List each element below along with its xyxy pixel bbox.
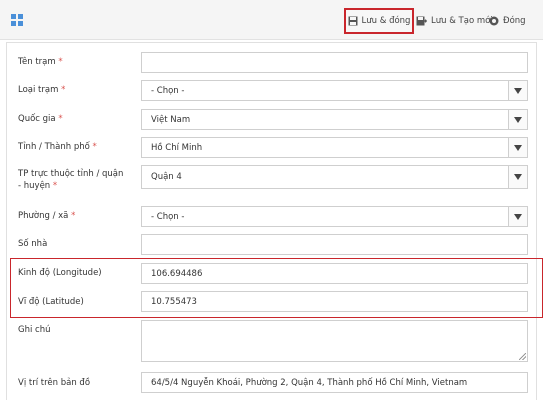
map-location-input[interactable]: 64/5/4 Nguyễn Khoái, Phường 2, Quận 4, T… bbox=[141, 372, 528, 393]
ward-label: Phường / xã * bbox=[18, 211, 76, 221]
district-value: Quận 4 bbox=[151, 172, 182, 182]
latitude-input[interactable]: 10.755473 bbox=[141, 291, 528, 312]
latitude-label: Vĩ độ (Latitude) bbox=[18, 297, 84, 307]
longitude-input[interactable]: 106.694486 bbox=[141, 263, 528, 284]
grid-menu-icon[interactable] bbox=[11, 14, 23, 26]
province-label: Tỉnh / Thành phố * bbox=[18, 142, 97, 152]
district-label: TP trực thuộc tỉnh / quận - huyện * bbox=[18, 169, 124, 191]
note-textarea[interactable] bbox=[141, 320, 528, 362]
save-and-close-label: Lưu & đóng bbox=[361, 16, 411, 26]
save-and-close-button[interactable]: Lưu & đóng bbox=[344, 8, 414, 34]
save-and-new-button[interactable]: Lưu & Tạo mới bbox=[416, 8, 493, 34]
station-type-select[interactable]: - Chọn - bbox=[141, 80, 528, 101]
ward-select[interactable]: - Chọn - bbox=[141, 206, 528, 227]
station-type-label: Loại trạm * bbox=[18, 85, 66, 95]
map-location-label: Vị trí trên bản đồ bbox=[18, 378, 91, 388]
ward-value: - Chọn - bbox=[151, 211, 185, 222]
dropdown-arrow-icon[interactable] bbox=[508, 166, 527, 188]
house-number-input[interactable] bbox=[141, 234, 528, 255]
station-type-value: - Chọn - bbox=[151, 85, 185, 96]
close-circle-icon bbox=[489, 16, 499, 26]
province-value: Hồ Chí Minh bbox=[151, 142, 203, 153]
save-and-new-label: Lưu & Tạo mới bbox=[431, 16, 493, 26]
country-label: Quốc gia * bbox=[18, 114, 63, 124]
dropdown-arrow-icon[interactable] bbox=[508, 110, 527, 129]
resize-grip-icon[interactable] bbox=[519, 353, 526, 360]
dropdown-arrow-icon[interactable] bbox=[508, 138, 527, 157]
country-value: Việt Nam bbox=[151, 114, 191, 125]
close-button[interactable]: Đóng bbox=[489, 8, 526, 34]
country-select[interactable]: Việt Nam bbox=[141, 109, 528, 130]
close-label: Đóng bbox=[503, 16, 526, 26]
district-select[interactable]: Quận 4 bbox=[141, 165, 528, 189]
dropdown-arrow-icon[interactable] bbox=[508, 207, 527, 226]
save-new-icon bbox=[416, 16, 427, 26]
house-number-label: Số nhà bbox=[18, 239, 48, 249]
dropdown-arrow-icon[interactable] bbox=[508, 81, 527, 100]
save-icon bbox=[348, 16, 358, 26]
station-name-input[interactable] bbox=[141, 52, 528, 73]
station-name-label: Tên trạm * bbox=[18, 57, 63, 67]
toolbar: Lưu & đóng Lưu & Tạo mới Đóng bbox=[0, 0, 543, 40]
note-label: Ghi chú bbox=[18, 325, 51, 335]
province-select[interactable]: Hồ Chí Minh bbox=[141, 137, 528, 158]
longitude-label: Kinh độ (Longitude) bbox=[18, 268, 102, 278]
